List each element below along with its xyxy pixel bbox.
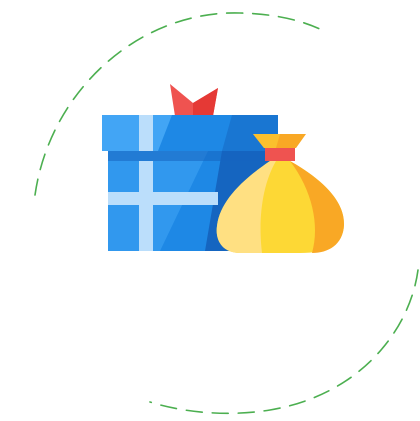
gift-box-top-shadow [108,151,272,161]
gift-box-ribbon-vertical [139,161,153,251]
money-bag-tie [265,148,295,161]
gift-box-ribbon-horizontal [108,192,218,205]
gift-bow-shade [193,88,218,116]
gift-box-lid-ribbon [139,115,153,151]
dashed-ring-arc-bottom [149,269,419,415]
gift-illustration [34,12,419,415]
gift-illustration-canvas [0,0,420,421]
